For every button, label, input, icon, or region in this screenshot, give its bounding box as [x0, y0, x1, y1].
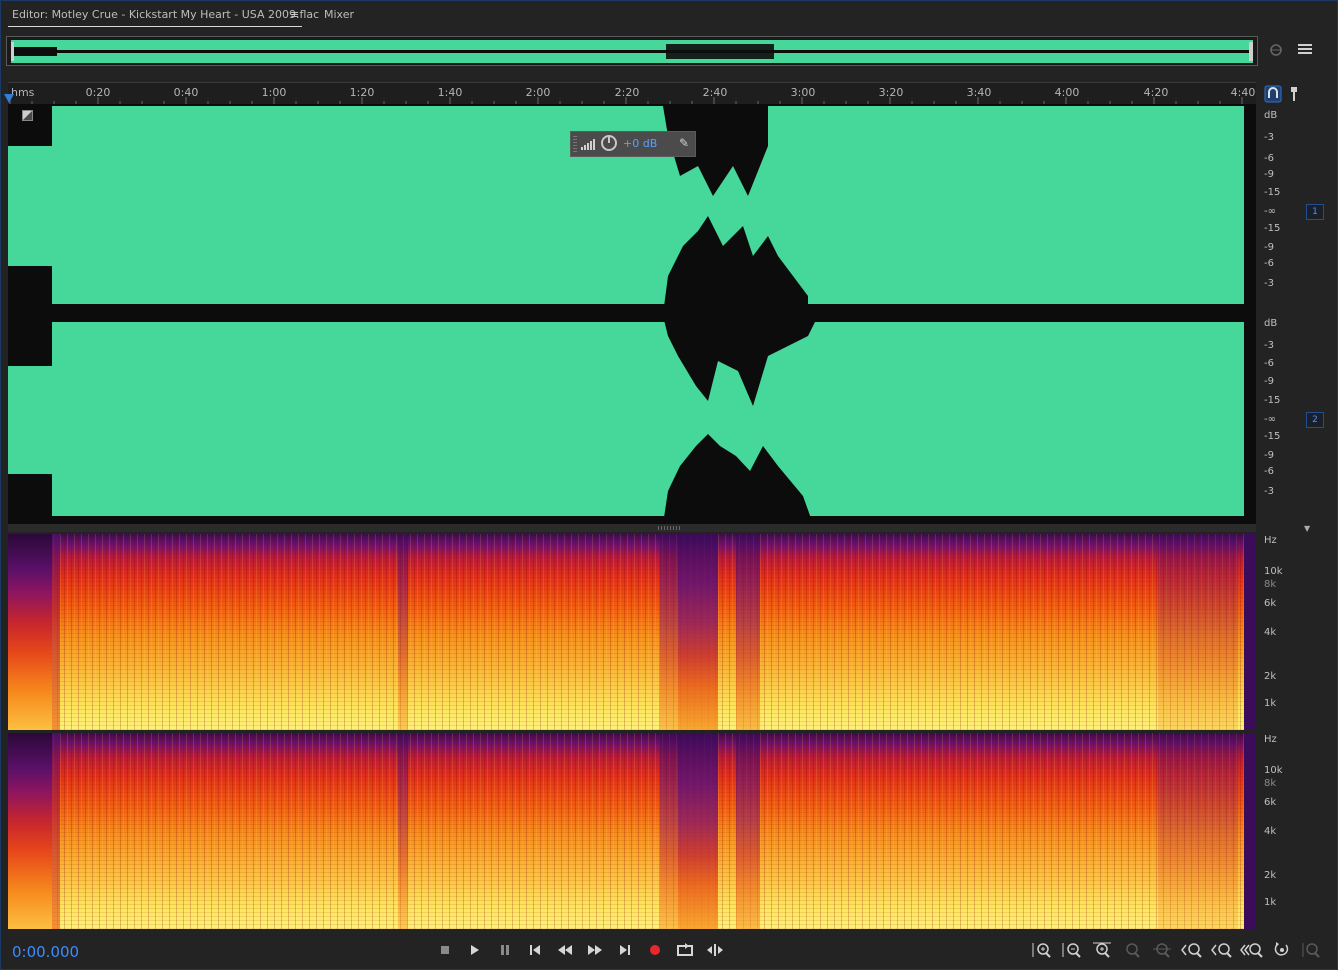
db-label: -3	[1264, 132, 1274, 143]
zoom-selection-icon[interactable]	[1150, 940, 1174, 960]
hz-label: 8k	[1264, 778, 1277, 789]
tab-menu-icon[interactable]: ≡	[290, 8, 299, 21]
zoom-tracks-icon[interactable]	[1300, 940, 1324, 960]
volume-knob[interactable]	[601, 135, 617, 151]
zoom-in-amplitude-icon[interactable]	[1030, 940, 1054, 960]
zoom-out-amplitude-icon[interactable]	[1060, 940, 1084, 960]
hz-label: 4k	[1264, 826, 1277, 837]
spectral-channel-1[interactable]	[8, 534, 1256, 730]
channel-2-badge[interactable]: 2	[1306, 412, 1324, 428]
zoom-out-all-icon[interactable]	[1240, 940, 1264, 960]
db-label: -3	[1264, 278, 1274, 289]
hz-label: 8k	[1264, 579, 1277, 590]
time-display[interactable]: 0:00.000	[12, 943, 79, 961]
hz-label: 6k	[1264, 797, 1277, 808]
zoom-in-time-icon[interactable]	[1090, 940, 1114, 960]
collapse-arrow-icon[interactable]: ▼	[1304, 524, 1310, 533]
track-list-icon[interactable]	[1298, 44, 1312, 54]
zoom-out-full-icon[interactable]	[1120, 940, 1144, 960]
playhead-marker[interactable]	[4, 94, 14, 103]
go-to-start-icon[interactable]	[524, 940, 546, 960]
fast-forward-icon[interactable]	[584, 940, 606, 960]
record-icon[interactable]	[644, 940, 666, 960]
ruler-tools	[1264, 85, 1297, 103]
hz-label: 10k	[1264, 566, 1283, 577]
db-label: -15	[1264, 431, 1281, 442]
go-to-end-icon[interactable]	[614, 940, 636, 960]
snap-magnet-icon[interactable]	[1264, 85, 1282, 103]
db-label: -6	[1264, 258, 1274, 269]
db-label: -3	[1264, 340, 1274, 351]
overview-waveform	[11, 40, 1253, 63]
hz-label: 1k	[1264, 897, 1277, 908]
hz-label: 2k	[1264, 870, 1277, 881]
db-label: -6	[1264, 358, 1274, 369]
db-label: -15	[1264, 187, 1281, 198]
rewind-icon[interactable]	[554, 940, 576, 960]
db-label: -3	[1264, 486, 1274, 497]
hz-label: 10k	[1264, 765, 1283, 776]
volume-hud[interactable]: +0 dB ✎	[570, 131, 696, 157]
db-label: -9	[1264, 169, 1274, 180]
waveform-channel-2[interactable]	[8, 316, 1256, 524]
db-unit-label: dB	[1264, 110, 1278, 121]
hz-label: 2k	[1264, 671, 1277, 682]
hz-label: 4k	[1264, 627, 1277, 638]
volume-value[interactable]: +0 dB	[623, 137, 657, 150]
skip-selection-icon[interactable]	[704, 940, 726, 960]
view-toggle-icon[interactable]	[22, 110, 33, 121]
overview-navigator[interactable]	[6, 36, 1258, 66]
hz-unit-label: Hz	[1264, 535, 1277, 546]
db-label: -9	[1264, 450, 1274, 461]
spectral-channel-2[interactable]	[8, 733, 1256, 929]
channel-1-badge[interactable]: 1	[1306, 204, 1324, 220]
db-label: -∞	[1264, 206, 1276, 217]
active-tab-underline	[8, 26, 302, 27]
pin-icon[interactable]: ✎	[679, 136, 689, 150]
db-label: -9	[1264, 376, 1274, 387]
time-ruler[interactable]: hms 0:20 0:40 1:00 1:20 1:40 2:00 2:20 2…	[8, 82, 1256, 105]
overview-tools	[1266, 40, 1326, 64]
db-label: -∞	[1264, 414, 1276, 425]
db-label: -15	[1264, 395, 1281, 406]
tab-mixer[interactable]: Mixer	[324, 8, 354, 21]
signal-bars-icon	[581, 139, 595, 150]
marker-pin-icon[interactable]	[1291, 87, 1297, 101]
zoom-selection-overview-icon[interactable]	[1270, 44, 1282, 56]
play-icon[interactable]	[463, 940, 485, 960]
db-label: -6	[1264, 153, 1274, 164]
reset-zoom-icon[interactable]	[1270, 940, 1294, 960]
waveform-editor[interactable]: +0 dB ✎	[8, 104, 1256, 524]
db-label: -9	[1264, 242, 1274, 253]
zoom-in-right-icon[interactable]	[1210, 940, 1234, 960]
view-splitter[interactable]	[8, 524, 1256, 532]
db-label: -15	[1264, 223, 1281, 234]
db-unit-label: dB	[1264, 318, 1278, 329]
hud-grip-icon[interactable]	[573, 136, 577, 152]
hz-unit-label: Hz	[1264, 734, 1277, 745]
stop-icon[interactable]	[434, 940, 456, 960]
pause-icon[interactable]	[494, 940, 516, 960]
hz-label: 1k	[1264, 698, 1277, 709]
db-label: -6	[1264, 466, 1274, 477]
waveform-channel-2-shape	[8, 316, 1256, 524]
loop-icon[interactable]	[674, 940, 696, 960]
splitter-grip-icon[interactable]	[658, 526, 682, 530]
tab-editor[interactable]: Editor: Motley Crue - Kickstart My Heart…	[12, 8, 319, 21]
hz-label: 6k	[1264, 598, 1277, 609]
zoom-in-left-icon[interactable]	[1180, 940, 1204, 960]
